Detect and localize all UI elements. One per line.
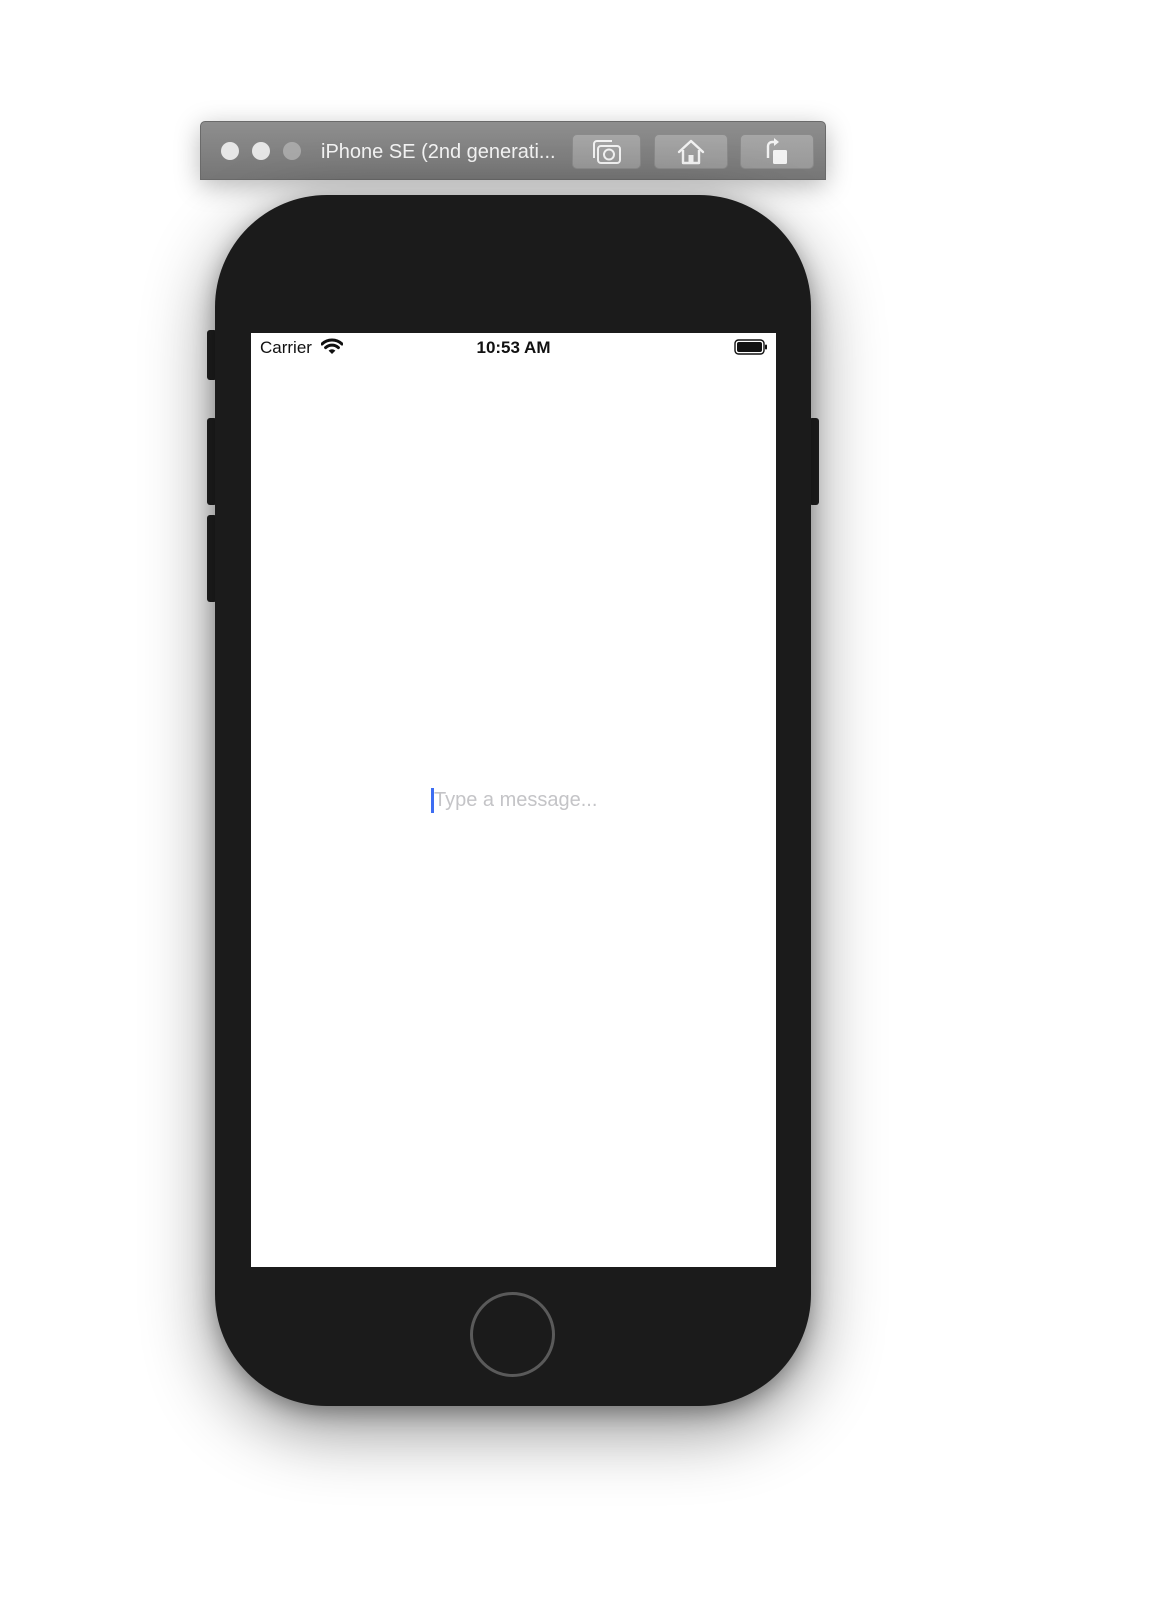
screenshot-button[interactable] bbox=[572, 134, 641, 169]
device-screen: Carrier 10:53 AM Type a message... bbox=[251, 333, 776, 1267]
status-time: 10:53 AM bbox=[476, 338, 551, 357]
window-zoom-button[interactable] bbox=[283, 142, 301, 160]
device-home-button[interactable] bbox=[470, 1292, 555, 1377]
window-close-button[interactable] bbox=[221, 142, 239, 160]
simulator-stage: iPhone SE (2nd generati... Carrier 10:53… bbox=[0, 0, 1173, 1600]
window-minimize-button[interactable] bbox=[252, 142, 270, 160]
window-title: iPhone SE (2nd generati... bbox=[321, 141, 556, 163]
status-bar: Carrier 10:53 AM bbox=[251, 333, 776, 363]
battery-full-icon bbox=[734, 339, 767, 355]
message-input-placeholder: Type a message... bbox=[434, 789, 598, 811]
rotate-button[interactable] bbox=[740, 134, 814, 169]
simulator-title-bar: iPhone SE (2nd generati... bbox=[200, 121, 826, 180]
house-icon bbox=[677, 139, 705, 164]
rotate-icon bbox=[766, 137, 787, 164]
message-input[interactable]: Type a message... bbox=[431, 785, 671, 815]
home-toolbar-button[interactable] bbox=[654, 134, 728, 169]
camera-icon bbox=[592, 139, 621, 164]
